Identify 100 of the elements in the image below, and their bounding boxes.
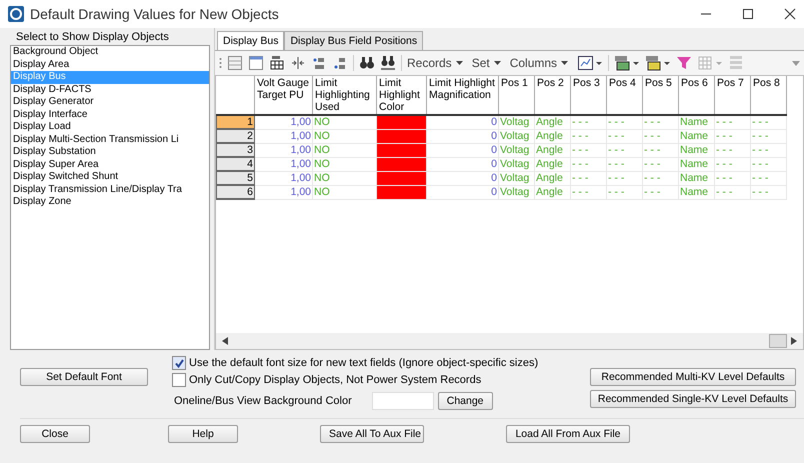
table-cell: - - - [642,115,678,129]
table-cell: - - - [750,185,786,199]
list-item[interactable]: Display Generator [11,96,209,108]
row-header[interactable]: 1 [216,115,254,129]
list-item[interactable]: Display Substation [11,146,209,158]
app-icon [8,6,24,22]
column-header[interactable]: Limit Highlighting Used [312,76,376,115]
list-item[interactable]: Background Object [11,46,209,58]
filter-icon[interactable] [676,55,692,71]
table-cell: Angle [534,185,570,199]
caret-icon [456,61,463,65]
split-icon[interactable] [290,55,306,71]
table-cell: Voltag [498,143,534,157]
window-icon[interactable] [248,55,264,71]
toolbar-menu[interactable]: Set [472,56,501,70]
column-header[interactable]: Pos 7 [714,76,750,115]
table-cell: Angle [534,129,570,143]
table-cell: 1,00 [254,115,312,129]
table-icon[interactable] [269,55,285,71]
table-cell: Name [678,157,714,171]
column-header[interactable]: Pos 6 [678,76,714,115]
defaults-button[interactable]: Recommended Single-KV Level Defaults [590,390,796,408]
list-item[interactable]: Display Interface [11,108,209,121]
table-cell: 0 [426,143,498,157]
list-item[interactable]: Display Area [11,58,209,71]
table-cell: 0 [426,115,498,129]
checkbox-label: Use the default font size for new text fields (Ignore object-specific sizes) [189,357,538,369]
defaults-button[interactable]: Recommended Multi-KV Level Defaults [590,368,796,386]
column-header[interactable]: Volt Gauge Target PU [254,76,312,115]
row-header[interactable]: 6 [216,185,254,199]
list-item[interactable]: Display Transmission Line/Display Tra [11,184,209,196]
set-default-font-button[interactable]: Set Default Font [20,368,148,386]
table-cell: 1,00 [254,129,312,143]
row-header[interactable]: 3 [216,143,254,157]
list-item[interactable]: Display Load [11,121,209,134]
footer-button[interactable]: Save All To Aux File [320,425,424,443]
tab[interactable]: Display Bus [217,31,284,50]
table-cell: 1,00 [254,143,312,157]
toolbar-menu[interactable]: Columns [510,56,568,70]
binoculars-icon[interactable] [359,55,375,71]
row-header[interactable]: 4 [216,157,254,171]
checkbox-label: Only Cut/Copy Display Objects, Not Power System Records [189,374,482,386]
row-header[interactable]: 5 [216,171,254,185]
table-cell: Voltag [498,185,534,199]
column-header[interactable]: Limit Highlight Color [376,76,426,115]
checkbox[interactable] [172,356,186,370]
table-cell: - - - [570,185,606,199]
chart-icon[interactable] [577,55,604,71]
footer-button[interactable]: Help [168,425,238,443]
grid-icon[interactable] [227,55,243,71]
binoculars-icon[interactable] [380,55,396,71]
table-cell: Name [678,185,714,199]
scroll-thumb[interactable] [769,334,787,348]
column-header[interactable]: Pos 1 [498,76,534,115]
list-item[interactable]: Display D-FACTS [11,84,209,96]
field-label: Oneline/Bus View Background Color [174,395,352,407]
list-item[interactable]: Display Multi-Section Transmission Li [11,134,209,146]
scroll-right-icon[interactable] [791,337,797,345]
footer-button[interactable]: Load All From Aux File [506,425,630,443]
tab[interactable]: Display Bus Field Positions [284,31,424,50]
table-cell: - - - [642,185,678,199]
table-cell: - - - [570,157,606,171]
scroll-left-icon[interactable] [222,337,228,345]
table-cell: - - - [606,115,642,129]
export-icon[interactable] [614,55,640,71]
table-cell: - - - [714,171,750,185]
checkbox[interactable] [172,373,186,387]
horizontal-scrollbar[interactable] [216,333,803,349]
row-header[interactable]: 2 [216,129,254,143]
toolbar-menu[interactable]: Records [407,56,463,70]
close-icon[interactable] [784,8,796,20]
footer-button[interactable]: Close [20,425,90,443]
column-header[interactable]: Pos 4 [606,76,642,115]
table-cell: - - - [714,129,750,143]
column-header[interactable]: Pos 8 [750,76,786,115]
table-cell: Name [678,143,714,157]
table-cell: 1,00 [254,157,312,171]
column-header[interactable]: Pos 2 [534,76,570,115]
table-cell: - - - [642,157,678,171]
maximize-icon[interactable] [742,8,754,20]
list-item[interactable]: Display Zone [11,196,209,208]
table-cell: Voltag [498,171,534,185]
list-item[interactable]: Display Super Area [11,158,209,171]
change-button[interactable]: Change [438,392,493,410]
column-header[interactable]: Limit Highlight Magnification [426,76,498,115]
grip-icon [219,57,222,69]
list-item[interactable]: Display Switched Shunt [11,171,209,184]
window-title: Default Drawing Values for New Objects [30,6,280,22]
table-cell: - - - [570,171,606,185]
table-cell: NO [312,129,376,143]
table-cell: - - - [750,143,786,157]
import-icon[interactable] [645,55,672,71]
table-cell: Angle [534,157,570,171]
table-cell: Voltag [498,157,534,171]
column-header[interactable]: Pos 3 [570,76,606,115]
column-header[interactable]: Pos 5 [642,76,678,115]
color-field[interactable] [372,392,434,410]
overflow-icon[interactable] [792,60,800,66]
table-cell: NO [312,157,376,171]
group-label: Select to Show Display Objects [15,30,170,44]
